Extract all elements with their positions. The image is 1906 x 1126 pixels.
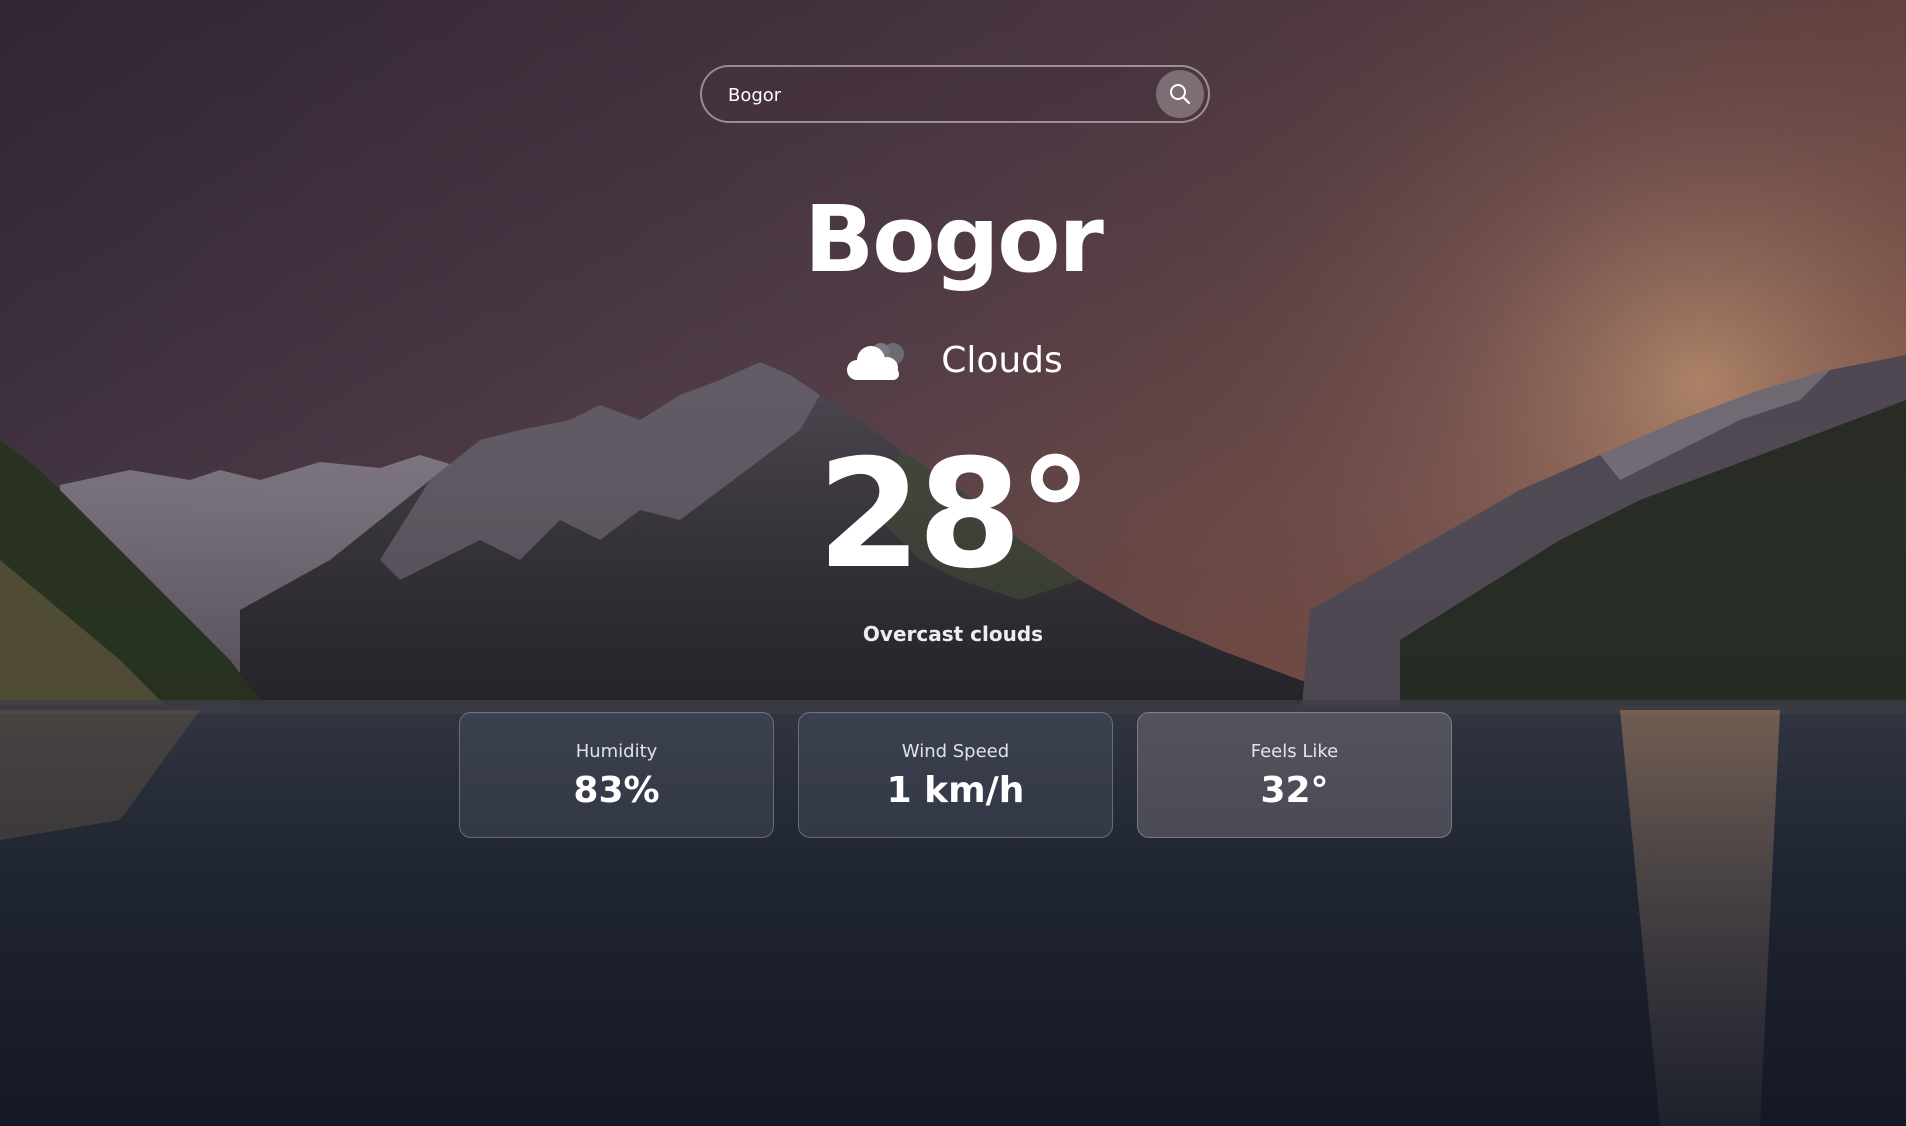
humidity-value: 83%	[573, 770, 660, 811]
weather-description: Overcast clouds	[862, 622, 1044, 646]
wind-speed-card: Wind Speed 1 km/h	[798, 712, 1113, 838]
humidity-label: Humidity	[575, 741, 658, 762]
humidity-card: Humidity 83%	[459, 712, 774, 838]
stats-cards: Humidity 83% Wind Speed 1 km/h Feels Lik…	[459, 712, 1453, 838]
search-bar	[700, 65, 1210, 123]
feels-like-value: 32°	[1260, 770, 1329, 811]
search-input[interactable]	[726, 67, 1130, 123]
temperature: 28°	[817, 428, 1093, 602]
feels-like-card: Feels Like 32°	[1137, 712, 1452, 838]
search-button[interactable]	[1156, 70, 1204, 118]
wind-speed-value: 1 km/h	[886, 770, 1025, 811]
wind-speed-label: Wind Speed	[901, 741, 1010, 762]
city-name: Bogor	[804, 186, 1104, 293]
cloud-icon	[847, 343, 905, 380]
search-icon	[1170, 84, 1191, 105]
feels-like-label: Feels Like	[1250, 741, 1339, 762]
condition-row: Clouds	[0, 330, 1906, 390]
condition-label: Clouds	[941, 339, 1063, 381]
